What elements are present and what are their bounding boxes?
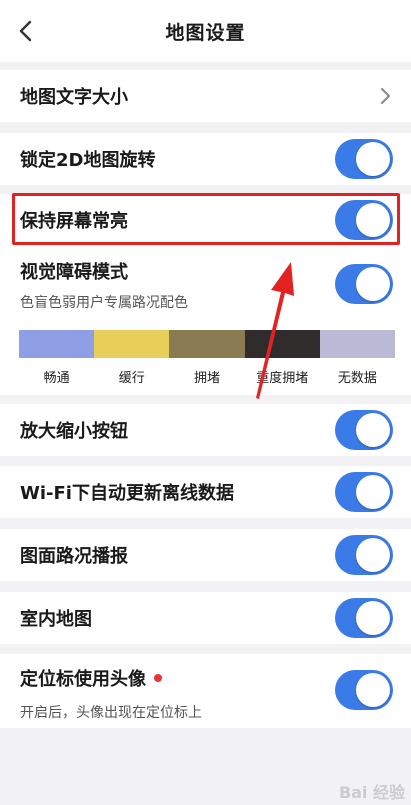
toggle-knob (356, 601, 390, 635)
chevron-left-icon (19, 20, 32, 42)
lock-rotation-row: 锁定2D地图旋转 (0, 133, 411, 185)
toggle-knob (356, 413, 390, 447)
zoom-buttons-toggle[interactable] (335, 410, 393, 450)
keep-screen-row: 保持屏幕常亮 (0, 194, 411, 246)
toggle-knob (356, 538, 390, 572)
traffic-report-toggle[interactable] (335, 535, 393, 575)
back-button[interactable] (10, 15, 42, 47)
visual-mode-toggle[interactable] (335, 264, 393, 304)
traffic-report-row: 图面路况播报 (0, 529, 411, 581)
legend-swatch-heavy (244, 330, 320, 358)
font-size-label: 地图文字大小 (20, 87, 128, 108)
font-size-row[interactable]: 地图文字大小 (0, 70, 411, 122)
avatar-marker-label: 定位标使用头像 (20, 669, 146, 690)
wifi-update-row: Wi-Fi下自动更新离线数据 (0, 466, 411, 518)
keep-screen-toggle[interactable] (335, 200, 393, 240)
avatar-marker-row: 定位标使用头像 开启后，头像出现在定位标上 (0, 654, 411, 728)
toggle-knob (356, 673, 390, 707)
indoor-map-label: 室内地图 (20, 609, 92, 630)
legend-swatch-smooth (19, 330, 95, 358)
watermark: Bai 经验 (338, 783, 405, 802)
chevron-right-icon (377, 86, 393, 106)
visual-mode-sub: 色盲色弱用户专属路况配色 (20, 295, 188, 311)
indoor-map-row: 室内地图 (0, 592, 411, 644)
legend-swatch-nodata (319, 330, 396, 358)
avatar-marker-title: 定位标使用头像 (20, 665, 162, 691)
new-badge-dot (154, 674, 162, 682)
visual-mode-label: 视觉障碍模式 (20, 262, 128, 283)
toggle-knob (356, 475, 390, 509)
legend-label: 重度拥堵 (256, 371, 309, 386)
legend-label: 拥堵 (194, 371, 221, 386)
traffic-report-label: 图面路况播报 (20, 546, 128, 567)
legend-label: 缓行 (118, 371, 145, 386)
zoom-buttons-label: 放大缩小按钮 (20, 421, 128, 442)
lock-rotation-label: 锁定2D地图旋转 (20, 150, 156, 171)
page-title: 地图设置 (165, 21, 246, 44)
nav-header: 地图设置 (0, 0, 411, 62)
traffic-legend-bar (19, 330, 396, 358)
avatar-marker-toggle[interactable] (335, 670, 393, 710)
indoor-map-toggle[interactable] (335, 598, 393, 638)
legend-label: 无数据 (337, 371, 377, 386)
wifi-update-toggle[interactable] (335, 472, 393, 512)
zoom-buttons-row: 放大缩小按钮 (0, 404, 411, 456)
lock-rotation-toggle[interactable] (335, 139, 393, 179)
toggle-knob (356, 142, 390, 176)
legend-label: 畅通 (43, 371, 70, 386)
toggle-knob (356, 203, 390, 237)
legend-swatch-congested (169, 330, 245, 358)
legend-swatch-slow (94, 330, 170, 358)
keep-screen-label: 保持屏幕常亮 (20, 211, 128, 232)
traffic-legend-labels: 畅通 缓行 拥堵 重度拥堵 无数据 (19, 367, 395, 386)
avatar-marker-sub: 开启后，头像出现在定位标上 (20, 705, 202, 721)
toggle-knob (356, 267, 390, 301)
wifi-update-label: Wi-Fi下自动更新离线数据 (20, 483, 234, 504)
